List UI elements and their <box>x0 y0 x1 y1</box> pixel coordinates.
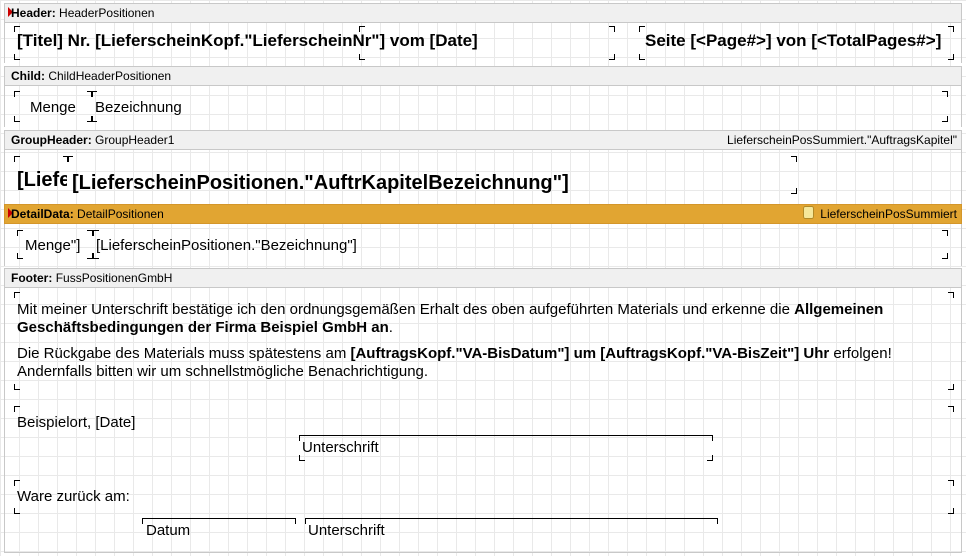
date-line <box>142 518 296 524</box>
band-header-group[interactable]: GroupHeader: GroupHeader1 LieferscheinPo… <box>4 130 962 150</box>
footer-signature-2-field[interactable]: Unterschrift <box>308 522 385 539</box>
footer-return-text[interactable]: Die Rückgabe des Materials muss späteste… <box>17 345 952 381</box>
band-body-header[interactable]: [Titel] Nr. [LieferscheinKopf."Liefersch… <box>4 23 962 63</box>
band-name-label: FussPositionenGmbH <box>55 271 173 285</box>
band-header-child[interactable]: Child: ChildHeaderPositionen <box>4 66 962 86</box>
footer-signature-1-field[interactable]: Unterschrift <box>302 439 379 456</box>
band-header-footer[interactable]: Footer: FussPositionenGmbH <box>4 268 962 288</box>
group-short-field[interactable]: [Liefe <box>17 169 67 192</box>
band-body-child[interactable]: Menge Bezeichnung <box>4 86 962 127</box>
footer-return-label[interactable]: Ware zurück am: <box>17 488 130 505</box>
band-type-label: GroupHeader <box>11 133 88 147</box>
group-condition-label: LieferscheinPosSummiert."AuftragsKapitel… <box>727 133 957 147</box>
band-body-detail[interactable]: Menge"] [LieferscheinPositionen."Bezeich… <box>4 224 962 266</box>
child-desc-field[interactable]: Bezeichnung <box>95 99 182 116</box>
signature-line-1 <box>299 435 713 441</box>
footer-confirmation-text[interactable]: Mit meiner Unterschrift bestätige ich de… <box>17 301 952 337</box>
band-name-label: ChildHeaderPositionen <box>48 69 172 83</box>
band-name-label: HeaderPositionen <box>59 6 155 20</box>
band-body-footer[interactable]: Mit meiner Unterschrift bestätige ich de… <box>4 288 962 553</box>
detail-qty-field[interactable]: Menge"] <box>25 237 80 254</box>
header-title-field[interactable]: [Titel] Nr. [LieferscheinKopf."Liefersch… <box>17 31 478 51</box>
signature-line-2 <box>305 518 718 524</box>
detail-desc-field[interactable]: [LieferscheinPositionen."Bezeichnung"] <box>96 237 357 254</box>
band-type-label: Footer <box>11 271 49 285</box>
footer-date-field[interactable]: Datum <box>146 522 190 539</box>
band-header-detail[interactable]: DetailData: DetailPositionen Lieferschei… <box>4 204 962 224</box>
band-body-group[interactable]: [Liefe [LieferscheinPositionen."AuftrKap… <box>4 150 962 204</box>
band-type-label: Child <box>11 69 41 83</box>
header-page-field[interactable]: Seite [<Page#>] von [<TotalPages#>] <box>645 31 941 51</box>
band-name-label: GroupHeader1 <box>95 133 175 147</box>
band-type-label: Header <box>11 6 52 20</box>
detail-datasource-label: LieferscheinPosSummiert <box>820 207 957 221</box>
band-type-label: DetailData <box>11 207 70 221</box>
footer-place-date-field[interactable]: Beispielort, [Date] <box>17 414 135 431</box>
band-header-header[interactable]: Header: HeaderPositionen <box>4 3 962 23</box>
database-icon <box>803 206 815 219</box>
band-name-label: DetailPositionen <box>77 207 164 221</box>
child-qty-field[interactable]: Menge <box>30 99 76 116</box>
group-chapter-field[interactable]: [LieferscheinPositionen."AuftrKapitelBez… <box>72 172 569 194</box>
